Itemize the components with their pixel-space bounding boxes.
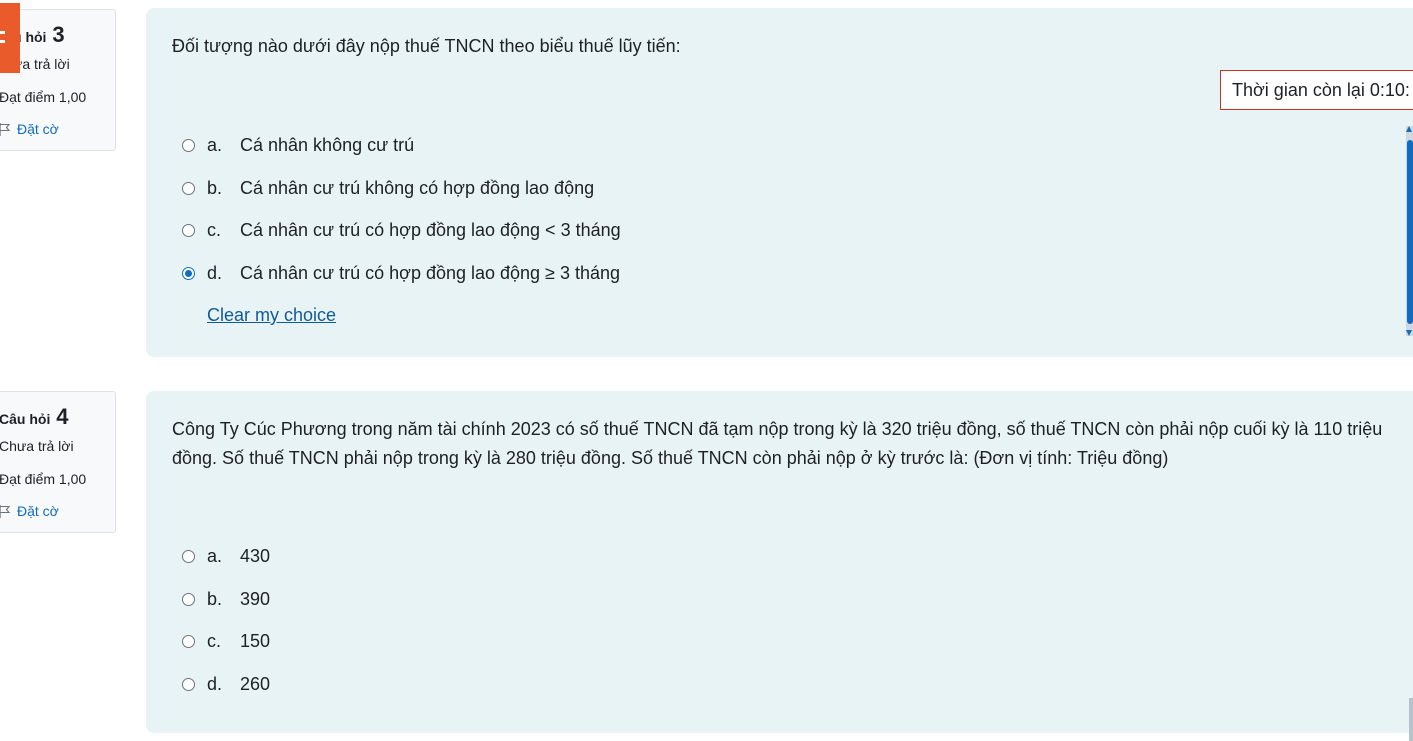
- flag-icon: [0, 122, 11, 136]
- question-label: Câu hỏi: [0, 411, 51, 427]
- question-number: 3: [52, 22, 65, 47]
- drawer-toggle-tab[interactable]: [0, 3, 20, 73]
- question-state: Chưa trả lời: [0, 438, 74, 454]
- question-grade: Đạt điểm 1,00: [0, 471, 87, 487]
- option-text: 260: [240, 673, 271, 694]
- answer-option-a[interactable]: a. Cá nhân không cư trú: [182, 131, 414, 159]
- option-text: 390: [240, 588, 271, 609]
- option-letter: b.: [207, 177, 223, 198]
- scroll-up-icon[interactable]: [1406, 126, 1412, 132]
- flag-label: Đặt cờ: [17, 121, 59, 137]
- question-text: Đối tượng nào dưới đây nộp thuế TNCN the…: [172, 36, 681, 56]
- flag-icon: [0, 504, 11, 518]
- radio-button[interactable]: [182, 138, 195, 152]
- timer-scrollbar[interactable]: [1406, 126, 1413, 336]
- question-content-3: Đối tượng nào dưới đây nộp thuế TNCN the…: [146, 8, 1413, 357]
- answer-option-b[interactable]: b. Cá nhân cư trú không có hợp đồng lao …: [182, 174, 594, 202]
- flag-question-button[interactable]: Đặt cờ: [0, 496, 115, 526]
- menu-icon: [0, 31, 5, 43]
- option-letter: c.: [207, 630, 222, 651]
- radio-button-selected[interactable]: [182, 266, 195, 280]
- answer-option-c[interactable]: c. 150: [182, 627, 270, 655]
- radio-button[interactable]: [182, 223, 195, 237]
- question-content-4: Công Ty Cúc Phương trong năm tài chính 2…: [146, 391, 1413, 733]
- scroll-down-icon[interactable]: [1406, 330, 1412, 336]
- answer-option-d[interactable]: d. 260: [182, 670, 270, 698]
- option-text: Cá nhân không cư trú: [240, 134, 415, 155]
- question-info-4: Câu hỏi 4 Chưa trả lời Đạt điểm 1,00 Đặt…: [0, 391, 116, 533]
- scrollbar-thumb[interactable]: [1407, 140, 1413, 324]
- option-letter: d.: [207, 262, 223, 283]
- option-letter: b.: [207, 588, 223, 609]
- clear-choice-link[interactable]: Clear my choice: [207, 305, 336, 326]
- option-text: Cá nhân cư trú có hợp đồng lao động ≥ 3 …: [240, 262, 620, 283]
- option-text: Cá nhân cư trú có hợp đồng lao động < 3 …: [240, 219, 621, 240]
- question-grade: Đạt điểm 1,00: [0, 89, 87, 105]
- option-text: 430: [240, 545, 271, 566]
- answer-option-a[interactable]: a. 430: [182, 542, 270, 570]
- option-letter: c.: [207, 219, 222, 240]
- radio-button[interactable]: [182, 181, 195, 195]
- quiz-timer: Thời gian còn lại 0:10:: [1220, 70, 1413, 110]
- option-letter: a.: [207, 134, 223, 155]
- radio-button[interactable]: [182, 592, 195, 606]
- flag-question-button[interactable]: Đặt cờ: [0, 114, 115, 144]
- answer-option-b[interactable]: b. 390: [182, 585, 270, 613]
- option-text: Cá nhân cư trú không có hợp đồng lao độn…: [240, 177, 595, 198]
- page-scrollbar[interactable]: [1409, 698, 1413, 741]
- radio-button[interactable]: [182, 677, 195, 691]
- option-text: 150: [240, 630, 271, 651]
- question-text: Công Ty Cúc Phương trong năm tài chính 2…: [172, 419, 1383, 468]
- option-letter: d.: [207, 673, 223, 694]
- radio-button[interactable]: [182, 549, 195, 563]
- answer-option-c[interactable]: c. Cá nhân cư trú có hợp đồng lao động <…: [182, 216, 621, 244]
- answer-option-d[interactable]: d. Cá nhân cư trú có hợp đồng lao động ≥…: [182, 259, 620, 287]
- question-number: 4: [56, 404, 69, 429]
- option-letter: a.: [207, 545, 223, 566]
- flag-label: Đặt cờ: [17, 503, 59, 519]
- radio-button[interactable]: [182, 634, 195, 648]
- question-number-label: Câu hỏi 4: [0, 404, 115, 430]
